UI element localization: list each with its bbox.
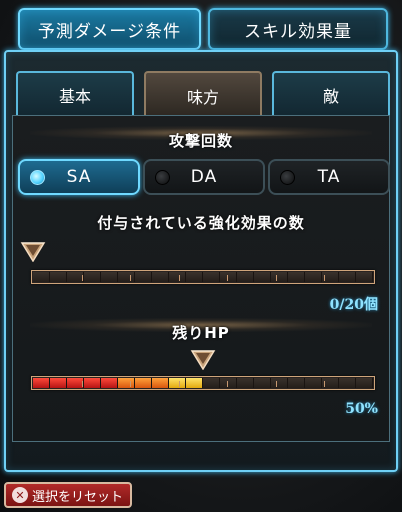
slider-segment [288, 378, 305, 388]
slider-segment [135, 378, 152, 388]
slider-segment [169, 378, 186, 388]
slider-tick [178, 275, 180, 281]
slider-segment [50, 378, 67, 388]
slider-segment [33, 378, 50, 388]
slider-segment [271, 378, 288, 388]
slider-segment [305, 272, 322, 282]
buff-slider-knob-icon[interactable] [20, 240, 46, 262]
attack-option-ta[interactable]: TA [268, 159, 390, 195]
slider-segment [220, 378, 237, 388]
tab-predicted-damage-conditions[interactable]: 予測ダメージ条件 [18, 8, 201, 50]
slider-segment [339, 378, 356, 388]
radio-icon [280, 170, 295, 185]
slider-segment [135, 272, 152, 282]
slider-tick [81, 275, 83, 281]
slider-segment [237, 378, 254, 388]
slider-tick [324, 381, 326, 387]
hp-slider-knob-icon[interactable] [190, 348, 216, 370]
buff-count-title: 付与されている強化効果の数 [97, 214, 305, 232]
slider-segment [220, 272, 237, 282]
slider-segment [84, 378, 101, 388]
subtab-label: 味方 [186, 87, 219, 107]
slider-segment [203, 272, 220, 282]
reset-button-label: 選択をリセット [32, 489, 124, 505]
buff-count-value: 0/20個 [329, 297, 378, 313]
slider-segment [152, 272, 169, 282]
slider-tick [130, 275, 132, 281]
slider-tick [81, 381, 83, 387]
slider-segment [186, 378, 203, 388]
slider-segment [50, 272, 67, 282]
slider-segment [203, 378, 220, 388]
attack-option-label: TA [317, 167, 341, 187]
slider-segment [118, 272, 135, 282]
subtab-label: 基本 [58, 86, 91, 106]
slider-tick [275, 275, 277, 281]
slider-tick [130, 381, 132, 387]
attack-option-sa[interactable]: SA [18, 159, 140, 195]
slider-segment [101, 272, 118, 282]
slider-tick [227, 275, 229, 281]
subtab-label: 敵 [322, 86, 339, 106]
subtab-enemy[interactable]: 敵 [272, 71, 390, 116]
slider-tick [178, 381, 180, 387]
slider-segment [118, 378, 135, 388]
slider-segment [339, 272, 356, 282]
tab-skill-effect-amount[interactable]: スキル効果量 [208, 8, 388, 50]
attack-count-title: 攻撃回数 [168, 132, 233, 150]
slider-segment [186, 272, 203, 282]
damage-condition-screen: 予測ダメージ条件 スキル効果量 基本 味方 敵 攻撃回数 SA DA TA 付与… [0, 0, 402, 512]
subtab-basic[interactable]: 基本 [16, 71, 134, 116]
slider-segment [356, 272, 373, 282]
tab-label: スキル効果量 [244, 21, 352, 42]
close-icon: ✕ [12, 487, 28, 503]
slider-segment [101, 378, 118, 388]
reset-selection-button[interactable]: ✕ 選択をリセット [4, 482, 132, 508]
attack-option-da[interactable]: DA [143, 159, 265, 195]
subtab-allies[interactable]: 味方 [144, 71, 262, 118]
buff-slider-segments [33, 272, 373, 282]
attack-option-label: SA [66, 167, 92, 187]
slider-segment [288, 272, 305, 282]
remaining-hp-title: 残りHP [172, 324, 230, 342]
hp-slider-segments [33, 378, 373, 388]
attack-option-label: DA [190, 167, 218, 187]
tab-label: 予測ダメージ条件 [37, 21, 182, 42]
slider-segment [33, 272, 50, 282]
radio-icon [155, 170, 170, 185]
slider-segment [237, 272, 254, 282]
slider-segment [356, 378, 373, 388]
slider-segment [254, 272, 271, 282]
slider-segment [152, 378, 169, 388]
slider-segment [84, 272, 101, 282]
slider-segment [169, 272, 186, 282]
slider-segment [254, 378, 271, 388]
slider-segment [305, 378, 322, 388]
slider-tick [227, 381, 229, 387]
hp-percent-value: 50% [345, 401, 378, 417]
slider-segment [271, 272, 288, 282]
radio-selected-icon [30, 170, 45, 185]
slider-tick [275, 381, 277, 387]
slider-tick [324, 275, 326, 281]
